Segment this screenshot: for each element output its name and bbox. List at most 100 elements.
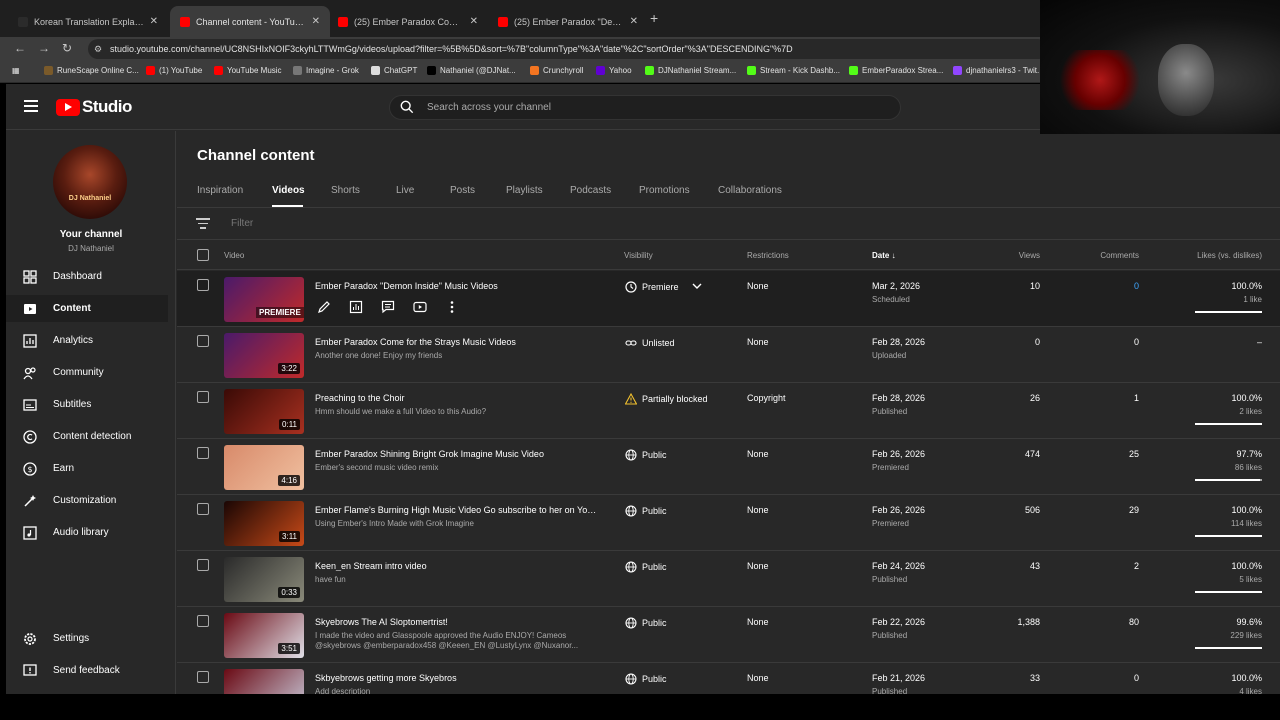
table-row[interactable]: 3:22 Ember Paradox Come for the Strays Mu…	[177, 327, 1280, 383]
sidebar-item-content-detection[interactable]: Content detection	[6, 423, 168, 450]
filter-bar[interactable]: Filter	[177, 208, 1280, 240]
search-bar[interactable]: Search across your channel	[389, 95, 901, 120]
bookmark-item[interactable]: Stream - Kick Dashb...	[747, 66, 840, 75]
youtube-view-icon[interactable]	[411, 298, 429, 316]
tab-inspiration[interactable]: Inspiration	[197, 185, 243, 196]
table-row[interactable]: PREMIERE Ember Paradox "Demon Inside" Mus…	[177, 271, 1280, 327]
tab-podcasts[interactable]: Podcasts	[570, 185, 611, 196]
channel-avatar[interactable]: DJ Nathaniel	[53, 145, 127, 219]
row-checkbox[interactable]	[197, 559, 209, 571]
video-thumbnail[interactable]	[224, 669, 304, 694]
video-title[interactable]: Ember Paradox Come for the Strays Music …	[315, 337, 600, 347]
bookmark-item[interactable]: (1) YouTube	[146, 66, 202, 75]
back-icon[interactable]: ←	[14, 41, 26, 55]
address-bar[interactable]: ⚙ studio.youtube.com/channel/UC8NSHIxNOI…	[88, 39, 1048, 59]
visibility-cell[interactable]: Public	[624, 616, 667, 629]
visibility-cell[interactable]: Partially blocked	[624, 392, 708, 405]
row-checkbox[interactable]	[197, 279, 209, 291]
sidebar-item-earn[interactable]: $ Earn	[6, 455, 168, 482]
video-title[interactable]: Skyebrows The AI Sloptomertrist!	[315, 617, 600, 627]
row-checkbox[interactable]	[197, 615, 209, 627]
col-restrictions[interactable]: Restrictions	[747, 251, 789, 260]
row-checkbox[interactable]	[197, 447, 209, 459]
close-tab-icon[interactable]: ✕	[150, 16, 158, 27]
filter-input[interactable]: Filter	[231, 218, 253, 229]
visibility-cell[interactable]: Public	[624, 560, 667, 573]
video-thumbnail[interactable]: 3:11	[224, 501, 304, 546]
video-thumbnail[interactable]: 3:51	[224, 613, 304, 658]
video-title[interactable]: Ember Paradox Shining Bright Grok Imagin…	[315, 449, 600, 459]
table-row[interactable]: 4:16 Ember Paradox Shining Bright Grok Im…	[177, 439, 1280, 495]
tab-live[interactable]: Live	[396, 185, 414, 196]
tab-shorts[interactable]: Shorts	[331, 185, 360, 196]
col-date[interactable]: Date ↓	[872, 251, 896, 260]
new-tab-button[interactable]: +	[650, 10, 658, 26]
col-visibility[interactable]: Visibility	[624, 251, 653, 260]
video-thumbnail[interactable]: 0:11	[224, 389, 304, 434]
sidebar-item-send-feedback[interactable]: Send feedback	[6, 657, 168, 684]
reload-icon[interactable]: ↻	[62, 41, 72, 55]
video-title[interactable]: Skbyebrows getting more Skyebros	[315, 673, 600, 683]
close-tab-icon[interactable]: ✕	[470, 16, 478, 27]
tab-collaborations[interactable]: Collaborations	[718, 185, 782, 196]
table-row[interactable]: 0:33 Keen_en Stream intro video have fun Pu…	[177, 551, 1280, 607]
bookmark-item[interactable]: Crunchyroll	[530, 66, 583, 75]
visibility-cell[interactable]: Unlisted	[624, 336, 675, 349]
close-tab-icon[interactable]: ✕	[312, 16, 320, 27]
browser-tab[interactable]: Channel content - YouTube Studio ✕	[170, 6, 330, 37]
chevron-down-icon[interactable]	[679, 281, 703, 293]
forward-icon[interactable]: →	[38, 41, 50, 55]
row-checkbox[interactable]	[197, 391, 209, 403]
studio-logo[interactable]: Studio	[56, 97, 132, 117]
row-checkbox[interactable]	[197, 671, 209, 683]
table-row[interactable]: 3:51 Skyebrows The AI Sloptomertrist! I ma…	[177, 607, 1280, 663]
site-info-icon[interactable]: ⚙	[94, 39, 102, 59]
comments-icon[interactable]	[379, 298, 397, 316]
visibility-cell[interactable]: Public	[624, 672, 667, 685]
video-thumbnail[interactable]: PREMIERE	[224, 277, 304, 322]
tab-videos[interactable]: Videos	[272, 185, 305, 196]
bookmark-item[interactable]: Imagine - Grok	[293, 66, 359, 75]
table-row[interactable]: 3:11 Ember Flame's Burning High Music Vid…	[177, 495, 1280, 551]
col-likes[interactable]: Likes (vs. dislikes)	[1197, 251, 1262, 260]
sidebar-item-analytics[interactable]: Analytics	[6, 327, 168, 354]
video-thumbnail[interactable]: 3:22	[224, 333, 304, 378]
tab-promotions[interactable]: Promotions	[639, 185, 690, 196]
browser-tab[interactable]: Korean Translation Explanation ✕	[8, 6, 168, 37]
table-row[interactable]: Skbyebrows getting more Skyebros Add desc…	[177, 663, 1280, 694]
browser-tab[interactable]: (25) Ember Paradox Come for the Strays ✕	[328, 6, 488, 37]
apps-icon[interactable]: ▦	[12, 66, 20, 75]
filter-icon[interactable]	[196, 218, 210, 232]
bookmark-item[interactable]: DJNathaniel Stream...	[645, 66, 736, 75]
sidebar-item-content[interactable]: Content	[6, 295, 168, 322]
bookmark-item[interactable]: EmberParadox Strea...	[849, 66, 943, 75]
row-checkbox[interactable]	[197, 503, 209, 515]
bookmark-item[interactable]: Nathaniel (@DJNat...	[427, 66, 516, 75]
bookmark-item[interactable]: ChatGPT	[371, 66, 417, 75]
menu-icon[interactable]	[24, 100, 38, 115]
video-title[interactable]: Ember Flame's Burning High Music Video G…	[315, 505, 600, 515]
search-input[interactable]: Search across your channel	[427, 102, 551, 113]
video-title[interactable]: Ember Paradox "Demon Inside" Music Video…	[315, 281, 600, 291]
sidebar-item-subtitles[interactable]: Subtitles	[6, 391, 168, 418]
video-title[interactable]: Preaching to the Choir	[315, 393, 600, 403]
sidebar-item-audio-library[interactable]: Audio library	[6, 519, 168, 546]
tab-playlists[interactable]: Playlists	[506, 185, 543, 196]
sidebar-item-community[interactable]: Community	[6, 359, 168, 386]
row-checkbox[interactable]	[197, 335, 209, 347]
sidebar-item-dashboard[interactable]: Dashboard	[6, 263, 168, 290]
col-views[interactable]: Views	[1019, 251, 1040, 260]
video-title[interactable]: Keen_en Stream intro video	[315, 561, 600, 571]
edit-icon[interactable]	[315, 298, 333, 316]
sidebar-item-customization[interactable]: Customization	[6, 487, 168, 514]
tab-posts[interactable]: Posts	[450, 185, 475, 196]
browser-tab[interactable]: (25) Ember Paradox "Demon Inside" ✕	[488, 6, 648, 37]
close-tab-icon[interactable]: ✕	[630, 16, 638, 27]
col-comments[interactable]: Comments	[1100, 251, 1139, 260]
bookmark-item[interactable]: YouTube Music	[214, 66, 282, 75]
table-row[interactable]: 0:11 Preaching to the Choir Hmm should we …	[177, 383, 1280, 439]
video-thumbnail[interactable]: 4:16	[224, 445, 304, 490]
bookmark-item[interactable]: Yahoo	[596, 66, 632, 75]
visibility-cell[interactable]: Public	[624, 504, 667, 517]
visibility-cell[interactable]: Premiere	[624, 280, 703, 293]
